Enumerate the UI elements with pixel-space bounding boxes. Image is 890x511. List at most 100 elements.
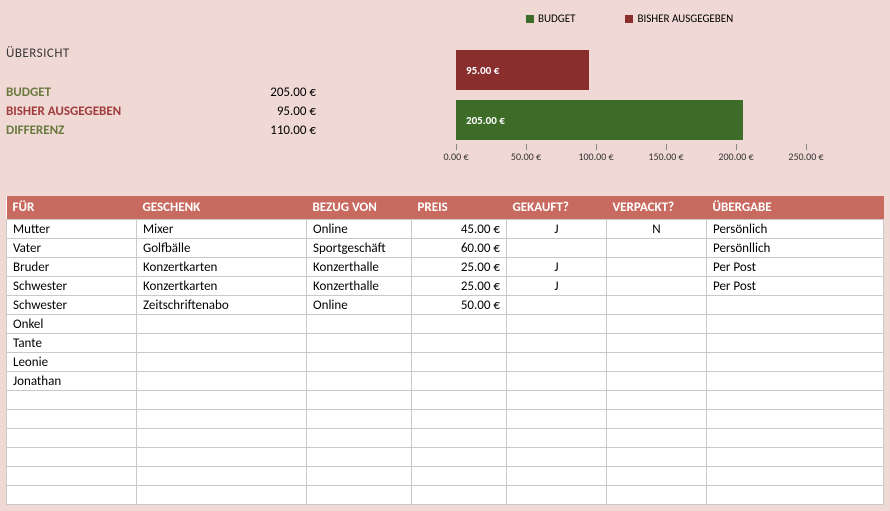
cell-gift[interactable]: [137, 448, 307, 467]
cell-gift[interactable]: Mixer: [137, 220, 307, 239]
cell-for[interactable]: [7, 391, 137, 410]
cell-wrapped[interactable]: [607, 486, 707, 505]
cell-delivery[interactable]: [707, 353, 884, 372]
cell-price[interactable]: [412, 467, 507, 486]
cell-gift[interactable]: Zeitschriftenabo: [137, 296, 307, 315]
cell-wrapped[interactable]: [607, 334, 707, 353]
cell-source[interactable]: Konzerthalle: [307, 277, 412, 296]
cell-wrapped[interactable]: [607, 353, 707, 372]
cell-bought[interactable]: [507, 410, 607, 429]
cell-wrapped[interactable]: [607, 448, 707, 467]
cell-price[interactable]: [412, 315, 507, 334]
cell-for[interactable]: Vater: [7, 239, 137, 258]
cell-bought[interactable]: [507, 372, 607, 391]
cell-wrapped[interactable]: [607, 296, 707, 315]
cell-price[interactable]: 45.00 €: [412, 220, 507, 239]
cell-source[interactable]: [307, 486, 412, 505]
cell-delivery[interactable]: [707, 315, 884, 334]
cell-gift[interactable]: [137, 429, 307, 448]
cell-for[interactable]: [7, 467, 137, 486]
cell-price[interactable]: 60.00 €: [412, 239, 507, 258]
cell-price[interactable]: [412, 429, 507, 448]
cell-bought[interactable]: [507, 353, 607, 372]
cell-price[interactable]: [412, 334, 507, 353]
cell-for[interactable]: Tante: [7, 334, 137, 353]
cell-source[interactable]: [307, 448, 412, 467]
cell-delivery[interactable]: [707, 448, 884, 467]
cell-delivery[interactable]: Per Post: [707, 277, 884, 296]
cell-wrapped[interactable]: [607, 391, 707, 410]
cell-bought[interactable]: [507, 391, 607, 410]
cell-price[interactable]: [412, 372, 507, 391]
cell-wrapped[interactable]: N: [607, 220, 707, 239]
cell-delivery[interactable]: [707, 467, 884, 486]
cell-gift[interactable]: [137, 391, 307, 410]
cell-gift[interactable]: [137, 372, 307, 391]
cell-for[interactable]: [7, 448, 137, 467]
cell-wrapped[interactable]: [607, 410, 707, 429]
cell-bought[interactable]: [507, 334, 607, 353]
cell-price[interactable]: 25.00 €: [412, 258, 507, 277]
cell-bought[interactable]: [507, 315, 607, 334]
cell-for[interactable]: Schwester: [7, 296, 137, 315]
cell-bought[interactable]: [507, 448, 607, 467]
cell-delivery[interactable]: [707, 391, 884, 410]
cell-delivery[interactable]: [707, 372, 884, 391]
cell-bought[interactable]: J: [507, 258, 607, 277]
cell-for[interactable]: [7, 410, 137, 429]
cell-source[interactable]: [307, 429, 412, 448]
cell-delivery[interactable]: [707, 334, 884, 353]
cell-source[interactable]: [307, 391, 412, 410]
cell-price[interactable]: [412, 486, 507, 505]
cell-gift[interactable]: [137, 486, 307, 505]
cell-wrapped[interactable]: [607, 315, 707, 334]
cell-source[interactable]: Online: [307, 220, 412, 239]
cell-price[interactable]: [412, 353, 507, 372]
cell-source[interactable]: [307, 334, 412, 353]
cell-wrapped[interactable]: [607, 239, 707, 258]
cell-wrapped[interactable]: [607, 467, 707, 486]
cell-source[interactable]: [307, 372, 412, 391]
cell-gift[interactable]: [137, 315, 307, 334]
cell-bought[interactable]: [507, 429, 607, 448]
cell-delivery[interactable]: Per Post: [707, 258, 884, 277]
cell-delivery[interactable]: [707, 296, 884, 315]
cell-gift[interactable]: [137, 334, 307, 353]
cell-source[interactable]: Sportgeschäft: [307, 239, 412, 258]
cell-bought[interactable]: [507, 486, 607, 505]
cell-gift[interactable]: Golfbälle: [137, 239, 307, 258]
cell-delivery[interactable]: Persönllich: [707, 239, 884, 258]
cell-bought[interactable]: J: [507, 277, 607, 296]
cell-for[interactable]: Jonathan: [7, 372, 137, 391]
cell-gift[interactable]: [137, 467, 307, 486]
cell-for[interactable]: [7, 429, 137, 448]
cell-source[interactable]: [307, 410, 412, 429]
cell-delivery[interactable]: [707, 410, 884, 429]
cell-delivery[interactable]: [707, 486, 884, 505]
cell-for[interactable]: Leonie: [7, 353, 137, 372]
cell-gift[interactable]: [137, 353, 307, 372]
cell-source[interactable]: [307, 315, 412, 334]
cell-bought[interactable]: [507, 467, 607, 486]
cell-wrapped[interactable]: [607, 372, 707, 391]
cell-for[interactable]: Schwester: [7, 277, 137, 296]
cell-gift[interactable]: [137, 410, 307, 429]
cell-price[interactable]: 25.00 €: [412, 277, 507, 296]
cell-for[interactable]: Bruder: [7, 258, 137, 277]
cell-source[interactable]: Online: [307, 296, 412, 315]
cell-price[interactable]: [412, 448, 507, 467]
cell-bought[interactable]: [507, 239, 607, 258]
cell-delivery[interactable]: [707, 429, 884, 448]
cell-source[interactable]: Konzerthalle: [307, 258, 412, 277]
cell-wrapped[interactable]: [607, 258, 707, 277]
cell-for[interactable]: Onkel: [7, 315, 137, 334]
cell-price[interactable]: [412, 410, 507, 429]
cell-for[interactable]: [7, 486, 137, 505]
cell-wrapped[interactable]: [607, 429, 707, 448]
cell-for[interactable]: Mutter: [7, 220, 137, 239]
cell-source[interactable]: [307, 353, 412, 372]
cell-bought[interactable]: [507, 296, 607, 315]
cell-gift[interactable]: Konzertkarten: [137, 277, 307, 296]
cell-source[interactable]: [307, 467, 412, 486]
cell-delivery[interactable]: Persönlich: [707, 220, 884, 239]
